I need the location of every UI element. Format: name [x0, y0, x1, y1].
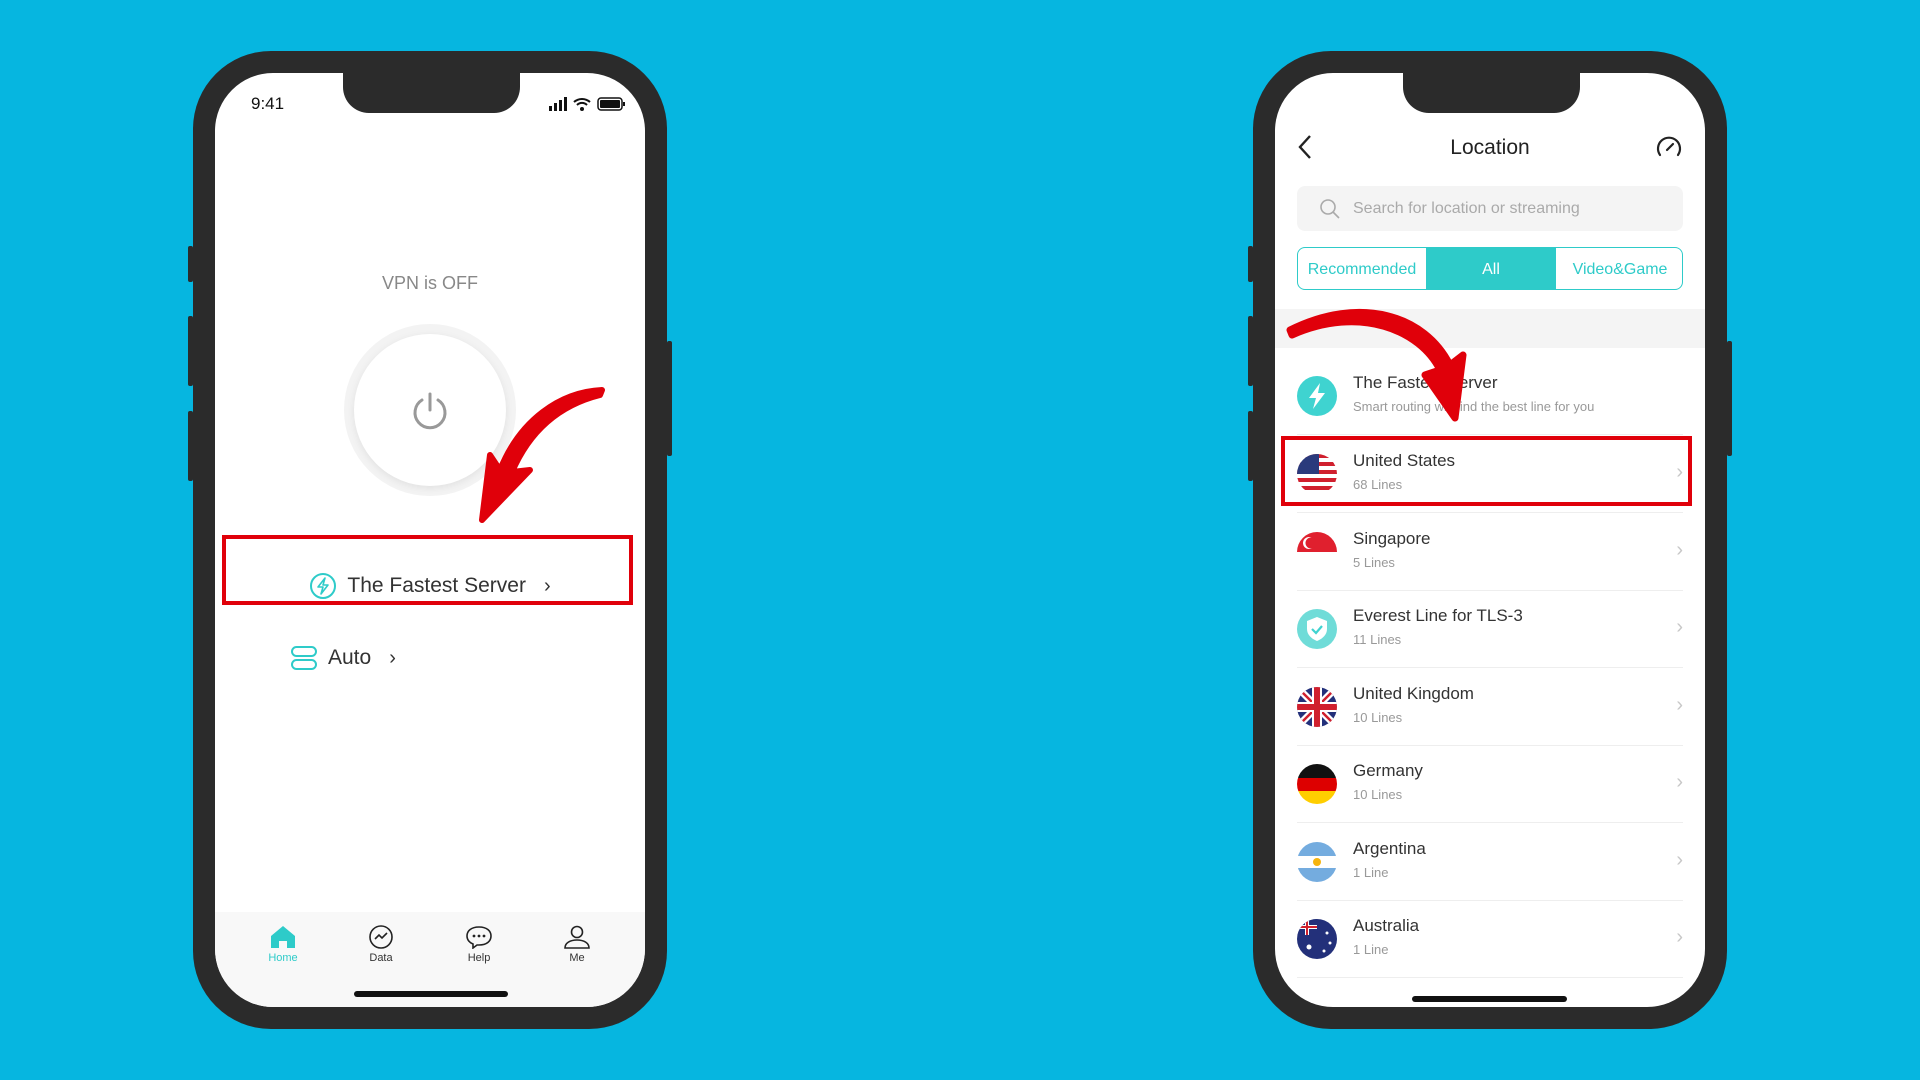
chevron-right-icon: ›	[1676, 849, 1683, 871]
list-item-australia[interactable]: Australia 1 Line ›	[1297, 900, 1683, 978]
search-icon	[1320, 198, 1340, 219]
list-item-germany[interactable]: Germany 10 Lines ›	[1297, 745, 1683, 823]
speedometer-icon	[1656, 136, 1682, 157]
home-indicator	[354, 991, 508, 997]
tab-all[interactable]: All	[1426, 248, 1556, 289]
flag-uk-icon	[1297, 687, 1337, 727]
speed-test-button[interactable]	[1655, 135, 1683, 164]
chevron-right-icon: ›	[1676, 694, 1683, 716]
flag-ar-icon	[1297, 842, 1337, 882]
chevron-right-icon: ›	[1676, 771, 1683, 793]
flag-sg-icon	[1297, 532, 1337, 572]
toggle-list-icon	[291, 646, 317, 670]
chat-bubble-icon	[466, 926, 492, 950]
list-item-united-kingdom[interactable]: United Kingdom 10 Lines ›	[1297, 668, 1683, 746]
search-placeholder: Search for location or streaming	[1353, 199, 1580, 217]
power-icon	[413, 392, 447, 430]
flag-au-icon	[1297, 919, 1337, 959]
notch	[343, 73, 520, 113]
nav-data[interactable]: Data	[351, 925, 411, 964]
auto-protocol-button[interactable]: Auto ›	[290, 633, 396, 683]
search-input[interactable]: Search for location or streaming	[1297, 186, 1683, 231]
user-icon	[564, 925, 590, 949]
auto-label: Auto	[328, 646, 372, 669]
highlight-box	[222, 535, 633, 605]
home-indicator	[1412, 996, 1567, 1002]
status-icons	[549, 96, 629, 117]
list-item-fastest[interactable]: The Fastest Server Smart routing will fi…	[1297, 357, 1683, 435]
filter-tabs: Recommended All Video&Game	[1297, 247, 1683, 290]
chevron-right-icon: ›	[1676, 539, 1683, 561]
flag-de-icon	[1297, 764, 1337, 804]
chart-icon	[369, 925, 393, 949]
chevron-right-icon: ›	[389, 646, 396, 669]
page-title: Location	[1450, 136, 1530, 159]
chevron-right-icon: ›	[1676, 616, 1683, 638]
lightning-icon	[1297, 376, 1337, 416]
status-time: 9:41	[251, 94, 285, 113]
list-item-argentina[interactable]: Argentina 1 Line ›	[1297, 823, 1683, 901]
section-header	[1275, 309, 1705, 348]
highlight-box	[1281, 436, 1692, 506]
tab-recommended[interactable]: Recommended	[1298, 248, 1426, 289]
nav-me[interactable]: Me	[547, 925, 607, 964]
list-item-everest[interactable]: Everest Line for TLS-3 11 Lines ›	[1297, 590, 1683, 668]
home-icon	[271, 926, 295, 948]
power-button[interactable]	[344, 324, 516, 496]
location-screen: Location Search for location or streamin…	[1275, 73, 1705, 1007]
shield-icon	[1297, 609, 1337, 649]
tab-video-game[interactable]: Video&Game	[1556, 248, 1682, 289]
chevron-right-icon: ›	[1676, 926, 1683, 948]
list-item-singapore[interactable]: Singapore 5 Lines ›	[1297, 513, 1683, 591]
nav-home[interactable]: Home	[253, 925, 313, 964]
phone-location: Location Search for location or streamin…	[1248, 51, 1732, 1029]
nav-help[interactable]: Help	[449, 925, 509, 964]
notch	[1403, 73, 1580, 113]
vpn-status: VPN is OFF	[381, 273, 478, 293]
